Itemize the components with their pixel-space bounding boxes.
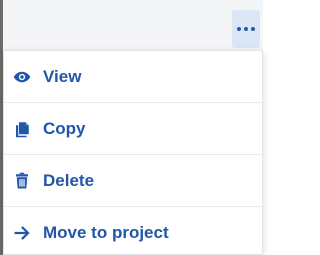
- menu-item-label: Copy: [43, 118, 86, 138]
- arrow-right-icon: [13, 224, 31, 242]
- eye-icon: [13, 68, 31, 86]
- menu-item-copy[interactable]: Copy: [4, 103, 262, 155]
- more-actions-button[interactable]: [232, 10, 260, 48]
- menu-item-delete[interactable]: Delete: [4, 155, 262, 207]
- trash-icon: [13, 172, 31, 190]
- menu-item-label: Delete: [43, 170, 95, 190]
- actions-dropdown-menu: View Copy Delete Move to project: [3, 50, 263, 255]
- menu-item-label: Move to project: [43, 223, 169, 242]
- menu-item-label: View: [43, 66, 82, 86]
- menu-item-move-to-project[interactable]: Move to project: [4, 207, 262, 255]
- menu-item-view[interactable]: View: [4, 51, 262, 103]
- screen: View Copy Delete Move to project: [0, 0, 263, 255]
- more-horizontal-icon: [237, 27, 255, 31]
- copy-icon: [13, 120, 31, 138]
